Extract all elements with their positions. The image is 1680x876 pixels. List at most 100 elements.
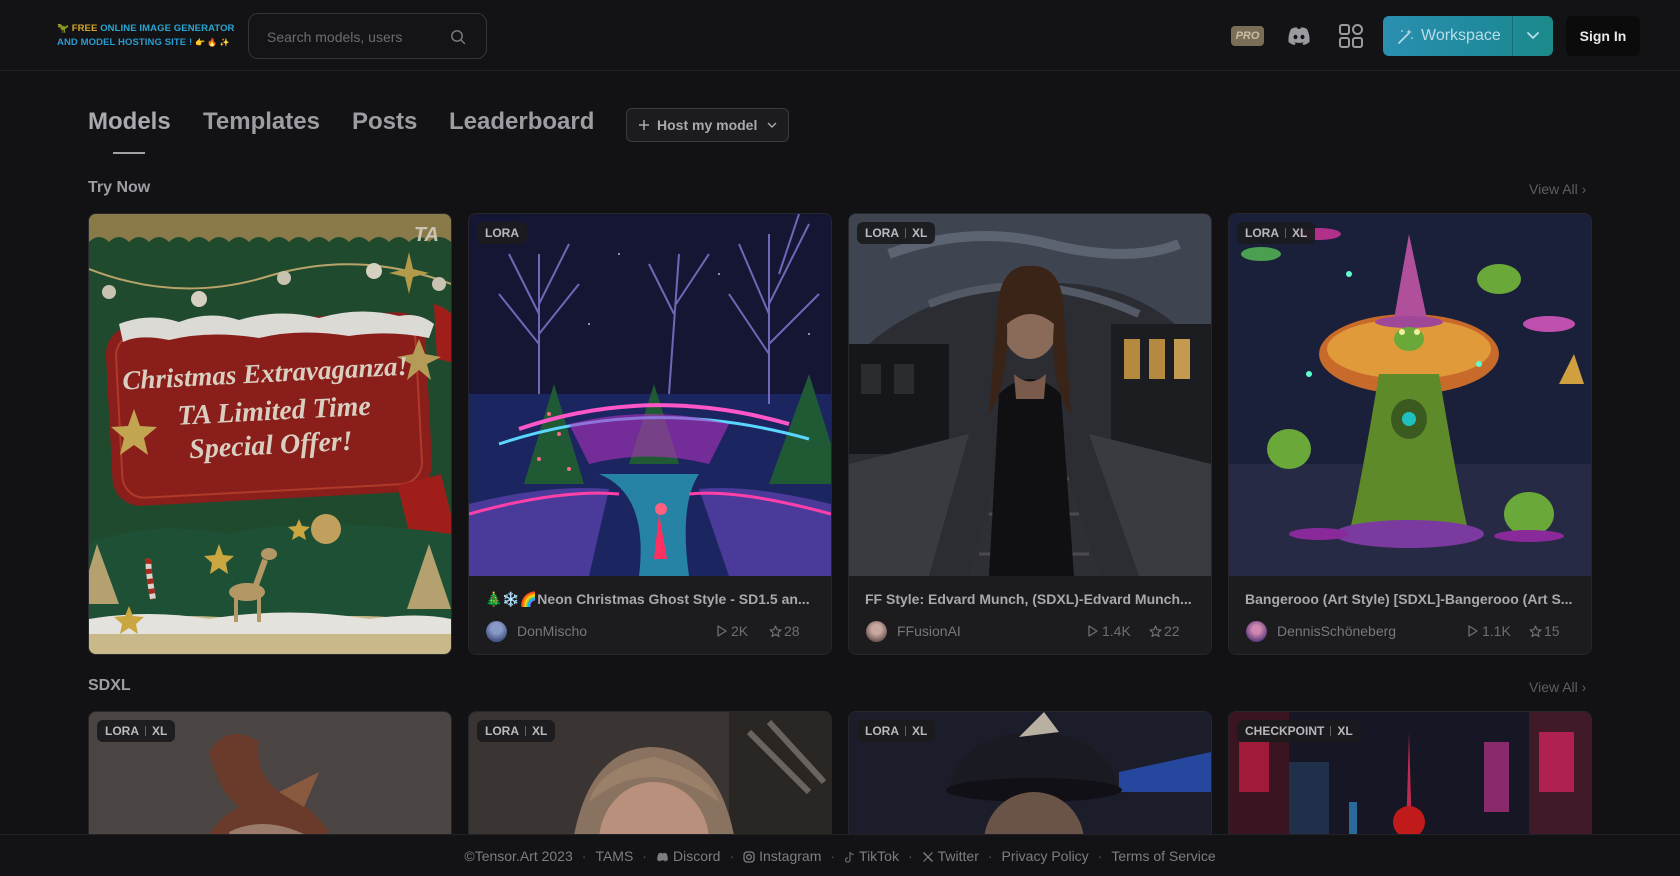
chevron-down-icon (1527, 32, 1539, 39)
footer-link-label: Discord (672, 848, 721, 864)
footer-separator: · (907, 848, 913, 864)
model-thumbnail (1229, 214, 1591, 576)
magic-wand-icon (1398, 29, 1413, 44)
star-icon (769, 625, 782, 638)
footer-link-instagram[interactable]: Instagram (743, 848, 821, 864)
footer-separator: · (987, 848, 993, 864)
model-card[interactable]: LORA 🎄❄️🌈Neon Christmas Ghost Style - SD… (468, 213, 832, 655)
model-type-badge: LORA XL (97, 720, 176, 742)
discord-icon (657, 852, 668, 862)
star-count: 15 (1529, 623, 1560, 639)
tab-leaderboard[interactable]: Leaderboard (449, 108, 594, 136)
avatar[interactable] (486, 621, 507, 642)
model-card[interactable]: LORA XL Bangerooo (Art Style) [SDXL]-Bang… (1228, 213, 1592, 655)
badge-separator (905, 726, 906, 736)
footer-link-terms-of-service[interactable]: Terms of Service (1111, 848, 1215, 864)
ta-logo: TA (413, 224, 439, 246)
badge-separator (1285, 228, 1286, 238)
model-thumbnail (469, 214, 831, 576)
badge-separator (1330, 726, 1332, 736)
top-bar: 🦖 FREE ONLINE IMAGE GENERATOR AND MODEL … (0, 0, 1680, 71)
workspace-button[interactable]: Workspace (1383, 16, 1512, 56)
promo-banner-card[interactable]: Christmas Extravaganza! TA Limited Time … (88, 213, 452, 655)
badge-separator (905, 228, 906, 238)
model-type-badge: LORA XL (857, 222, 936, 244)
view-all-link-sdxl[interactable]: View All › (1529, 679, 1586, 695)
run-count: 1.4K (1088, 623, 1131, 639)
author-name[interactable]: FFusionAI (897, 623, 961, 639)
neon-christmas-image (469, 214, 831, 576)
author-name[interactable]: DennisSchöneberg (1277, 623, 1396, 639)
model-card-meta: 🎄❄️🌈Neon Christmas Ghost Style - SD1.5 a… (469, 576, 831, 654)
badge-label: LORA (485, 724, 519, 738)
tab-posts[interactable]: Posts (352, 108, 417, 136)
run-count: 2K (717, 623, 749, 639)
active-tab-indicator (113, 152, 145, 154)
badge-label: CHECKPOINT (1245, 724, 1325, 738)
search-icon[interactable] (450, 29, 466, 45)
footer-link-discord[interactable]: Discord (656, 848, 720, 864)
copyright-text: ©Tensor.Art 2023 (464, 848, 573, 864)
model-card-meta: Bangerooo (Art Style) [SDXL]-Bangerooo (… (1229, 576, 1591, 654)
star-count: 28 (769, 623, 800, 639)
run-count-value: 2K (731, 623, 749, 639)
pro-badge[interactable]: PRO (1231, 26, 1264, 46)
play-icon (717, 625, 727, 637)
footer-link-twitter[interactable]: Twitter (922, 848, 979, 864)
badge-label: XL (912, 724, 928, 738)
footer-separator: · (642, 848, 647, 864)
footer-separator: · (1097, 848, 1103, 864)
star-count-value: 22 (1164, 623, 1180, 639)
footer-link-label: TikTok (859, 848, 899, 864)
star-count-value: 15 (1544, 623, 1560, 639)
tab-templates[interactable]: Templates (203, 108, 320, 136)
model-type-badge: CHECKPOINT XL (1237, 720, 1361, 742)
badge-label: XL (912, 226, 928, 240)
logo-highlight-text: FREE (71, 23, 98, 34)
footer: ©Tensor.Art 2023 · TAMS · Discord · Instagram ·… (0, 834, 1680, 876)
host-my-model-button[interactable]: Host my model (626, 108, 789, 142)
workspace-dropdown-toggle[interactable] (1512, 16, 1553, 56)
model-title[interactable]: FF Style: Edvard Munch, (SDXL)-Edvard Mu… (865, 591, 1195, 607)
footer-link-tiktok[interactable]: TikTok (844, 848, 899, 864)
host-my-model-label: Host my model (657, 117, 758, 133)
footer-link-tams[interactable]: TAMS (595, 848, 633, 864)
model-card-meta: FF Style: Edvard Munch, (SDXL)-Edvard Mu… (849, 576, 1211, 654)
badge-label: LORA (865, 724, 899, 738)
play-icon (1088, 625, 1098, 637)
author-name[interactable]: DonMischo (517, 623, 587, 639)
chevron-right-icon: › (1581, 181, 1587, 197)
logo-dim-emoji: 👉 🔥 ✨ (194, 38, 230, 47)
frog-mushroom-image (1229, 214, 1591, 576)
site-logo[interactable]: 🦖 FREE ONLINE IMAGE GENERATOR AND MODEL … (57, 22, 237, 50)
badge-separator (525, 726, 526, 736)
sign-in-button[interactable]: Sign In (1566, 16, 1640, 56)
model-title[interactable]: 🎄❄️🌈Neon Christmas Ghost Style - SD1.5 a… (485, 591, 815, 608)
workspace-label: Workspace (1421, 27, 1501, 44)
badge-label: XL (1292, 226, 1308, 240)
play-icon (1468, 625, 1478, 637)
badge-label: LORA (485, 226, 519, 240)
run-count: 1.1K (1468, 623, 1511, 639)
avatar[interactable] (1246, 621, 1267, 642)
workspace-button-group: Workspace (1383, 16, 1553, 56)
model-title[interactable]: Bangerooo (Art Style) [SDXL]-Bangerooo (… (1245, 591, 1575, 607)
discord-icon[interactable] (1286, 24, 1312, 48)
model-type-badge: LORA (477, 222, 527, 244)
search-box[interactable] (248, 13, 487, 59)
view-all-label: View All (1529, 679, 1578, 695)
apps-grid-icon[interactable] (1338, 23, 1364, 49)
plus-icon (639, 120, 649, 130)
footer-separator: · (581, 848, 587, 864)
search-input[interactable] (267, 26, 447, 48)
badge-label: LORA (865, 226, 899, 240)
tiktok-icon (844, 851, 855, 863)
model-card[interactable]: LORA XL FF Style: Edvard Munch, (SDXL)-Ed… (848, 213, 1212, 655)
badge-label: LORA (1245, 226, 1279, 240)
tab-models[interactable]: Models (88, 108, 171, 136)
view-all-link-try-now[interactable]: View All › (1529, 181, 1586, 197)
footer-link-privacy-policy[interactable]: Privacy Policy (1002, 848, 1089, 864)
avatar[interactable] (866, 621, 887, 642)
model-type-badge: LORA XL (1237, 222, 1316, 244)
footer-link-label: Twitter (937, 848, 979, 864)
